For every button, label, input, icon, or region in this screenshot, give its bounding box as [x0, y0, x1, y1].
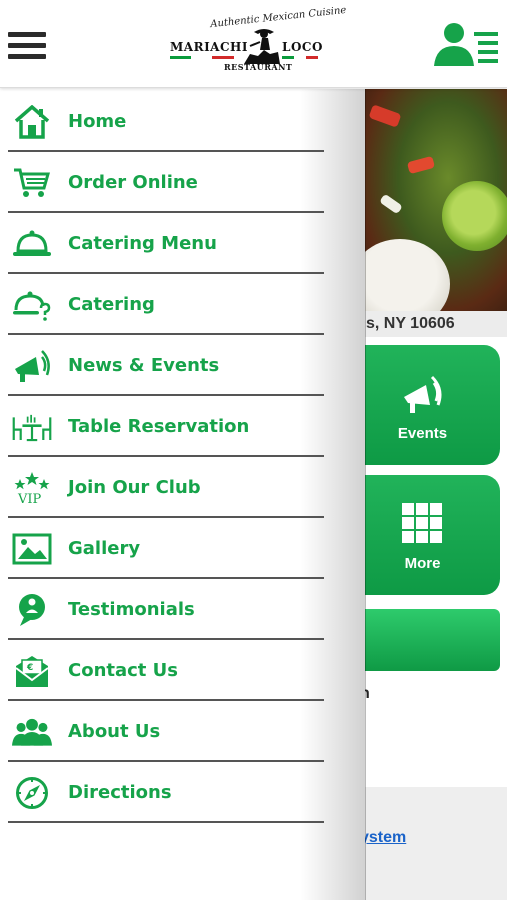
drawer-item-directions[interactable]: Directions	[8, 762, 324, 823]
drawer-item-news-events[interactable]: News & Events	[8, 335, 324, 396]
drawer-item-label: Catering	[68, 294, 155, 315]
drawer-item-label: Home	[68, 111, 127, 132]
logo-brand-right: LOCO	[282, 40, 323, 54]
drawer-item-label: Contact Us	[68, 660, 179, 681]
vip-text: VIP	[17, 492, 42, 505]
cloche-icon	[13, 230, 51, 256]
more-tile[interactable]: More	[360, 475, 500, 595]
side-drawer: Home Order Online Catering Menu Catering	[0, 89, 365, 900]
drawer-item-order-online[interactable]: Order Online	[8, 152, 324, 213]
drawer-item-about-us[interactable]: About Us	[8, 701, 324, 762]
drawer-item-contact-us[interactable]: € Contact Us	[8, 640, 324, 701]
restaurant-logo[interactable]: Authentic Mexican Cuisine MARIACHI LOCO …	[166, 5, 347, 76]
logo-subtitle: RESTAURANT	[224, 62, 293, 72]
more-tile-label: More	[404, 555, 441, 572]
green-action-button[interactable]	[360, 609, 500, 671]
group-icon	[12, 718, 52, 746]
drawer-item-table-reservation[interactable]: Table Reservation	[8, 396, 324, 457]
drawer-item-label: Gallery	[68, 538, 141, 559]
drawer-item-join-our-club[interactable]: VIP Join Our Club	[8, 457, 324, 518]
app-header: Authentic Mexican Cuisine MARIACHI LOCO …	[0, 0, 507, 88]
events-tile[interactable]: Events	[360, 345, 500, 465]
megaphone-icon	[15, 350, 50, 382]
drawer-item-gallery[interactable]: Gallery	[8, 518, 324, 579]
hamburger-icon	[8, 32, 46, 37]
envelope-icon: €	[15, 656, 49, 687]
home-icon	[14, 105, 50, 139]
logo-flag-stripe	[170, 56, 234, 59]
lime-garnish	[442, 181, 507, 251]
image-icon	[12, 533, 52, 565]
address-text: s, NY 10606	[360, 311, 507, 337]
hero-food-image	[360, 89, 507, 311]
events-tile-label: Events	[397, 425, 448, 442]
grid-icon	[402, 503, 442, 543]
drawer-item-label: Testimonials	[68, 599, 195, 620]
drawer-item-label: Table Reservation	[68, 416, 250, 437]
drawer-item-label: Catering Menu	[68, 233, 217, 254]
testimonial-bubble-icon	[19, 594, 45, 626]
compass-icon	[16, 777, 48, 809]
cart-icon	[14, 168, 50, 197]
svg-text:€: €	[26, 663, 33, 673]
drawer-item-label: Order Online	[68, 172, 198, 193]
drawer-item-catering-menu[interactable]: Catering Menu	[8, 213, 324, 274]
drawer-item-home[interactable]: Home	[8, 91, 324, 152]
drawer-item-label: Directions	[68, 782, 172, 803]
hamburger-menu-button[interactable]	[8, 32, 48, 62]
table-icon	[12, 414, 52, 442]
vip-stars-icon: VIP	[14, 472, 50, 505]
catering-question-icon	[13, 291, 51, 321]
footer-link[interactable]: ystem	[360, 829, 507, 847]
drawer-item-label: Join Our Club	[68, 477, 201, 498]
user-list-icon[interactable]	[434, 22, 500, 68]
drawer-item-testimonials[interactable]: Testimonials	[8, 579, 324, 640]
drawer-item-catering[interactable]: Catering	[8, 274, 324, 335]
logo-flag-stripe	[282, 56, 318, 59]
megaphone-icon	[404, 375, 442, 413]
drawer-item-label: About Us	[68, 721, 161, 742]
drawer-item-label: News & Events	[68, 355, 220, 376]
logo-brand-left: MARIACHI	[170, 40, 248, 54]
